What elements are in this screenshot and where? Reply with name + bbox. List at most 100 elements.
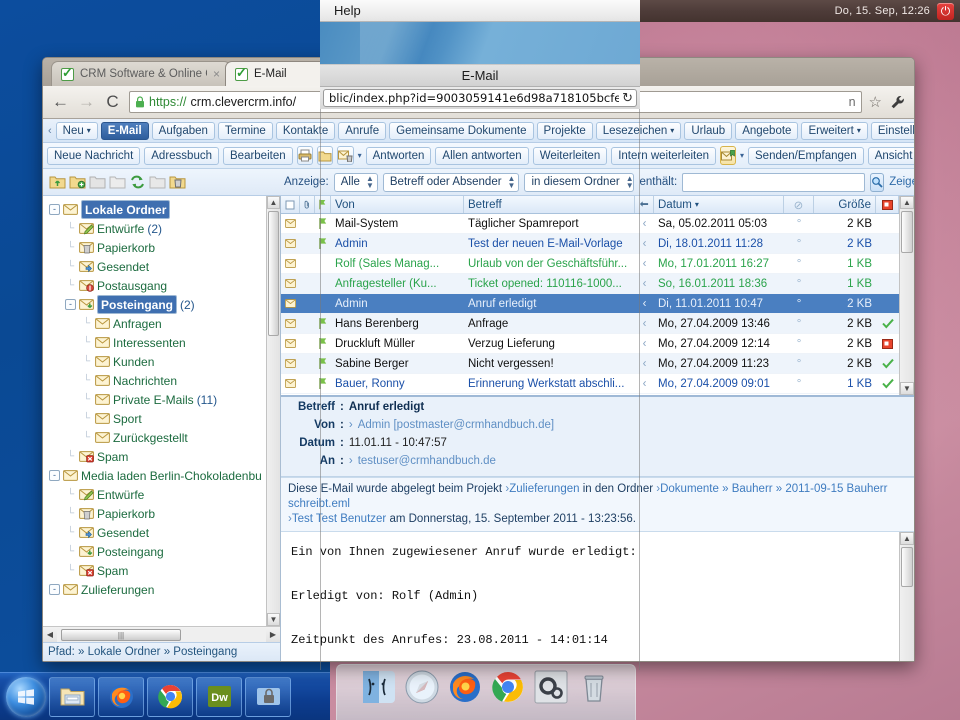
search-input[interactable]	[682, 173, 865, 192]
tree-expander-icon[interactable]: -	[65, 299, 76, 310]
body-vertical-scrollbar[interactable]: ▲	[899, 532, 914, 661]
module-button-angebote[interactable]: Angebote	[735, 122, 798, 140]
reload-icon[interactable]: ↻	[619, 91, 633, 106]
header-priority[interactable]: ⊘	[784, 196, 814, 213]
value-an[interactable]: testuser@crmhandbuch.de	[358, 455, 496, 467]
scrollbar-track[interactable]: |||	[57, 628, 266, 642]
scrollbar-thumb[interactable]	[268, 211, 279, 336]
tree-expander-icon[interactable]: -	[49, 584, 60, 595]
tree-expander-icon[interactable]: -	[49, 204, 60, 215]
folder-tree-item-lokale-ordner[interactable]: -Lokale Ordner	[47, 200, 280, 219]
windows-taskbar[interactable]: Dw	[0, 672, 330, 720]
scroll-right-icon[interactable]: ▶	[266, 630, 280, 639]
print-button[interactable]	[297, 146, 313, 165]
folder-tree-item-private-e-mails[interactable]: └Private E-Mails(11)	[47, 390, 280, 409]
module-button-neu[interactable]: Neu▾	[56, 122, 98, 140]
addressbook-button[interactable]: Adressbuch	[144, 147, 219, 165]
folder-tree-item-postausgang[interactable]: └Postausgang	[47, 276, 280, 295]
edit-button[interactable]: Bearbeiten	[223, 147, 293, 165]
mac-dock[interactable]	[336, 664, 636, 720]
folder-tree-item-sport[interactable]: └Sport	[47, 409, 280, 428]
scroll-down-icon[interactable]: ▼	[900, 382, 914, 395]
module-button-erweitert[interactable]: Erweitert▾	[801, 122, 867, 140]
folder-tree-item-posteingang[interactable]: └Posteingang	[47, 542, 280, 561]
module-button-einstellungen[interactable]: Einstellungen	[871, 122, 915, 140]
folder-tree-item-entw-rfe[interactable]: └Entwürfe(2)	[47, 219, 280, 238]
scrollbar-thumb[interactable]: |||	[61, 629, 181, 641]
delete-mail-button[interactable]	[337, 146, 354, 165]
wrench-icon[interactable]	[889, 94, 906, 111]
safari-icon[interactable]	[405, 670, 439, 704]
header-betreff[interactable]: Betreff	[464, 196, 635, 213]
taskbar-item-chrome[interactable]	[147, 677, 193, 717]
finder-icon[interactable]	[362, 670, 396, 704]
folder-scope-select[interactable]: in diesem Ordner ▲▼	[524, 173, 634, 192]
header-select-all[interactable]	[281, 196, 300, 213]
help-menu[interactable]: Help	[334, 3, 361, 18]
folder-tree-item-papierkorb[interactable]: └Papierkorb	[47, 238, 280, 257]
taskbar-item-explorer[interactable]	[49, 677, 95, 717]
folder-tree-item-anfragen[interactable]: └Anfragen	[47, 314, 280, 333]
header-datum[interactable]: Datum▾	[654, 196, 784, 213]
folder-tree-item-nachrichten[interactable]: └Nachrichten	[47, 371, 280, 390]
module-button-urlaub[interactable]: Urlaub	[684, 122, 732, 140]
forward-button[interactable]: Weiterleiten	[533, 147, 608, 165]
gears-icon[interactable]	[534, 670, 568, 704]
scroll-up-icon[interactable]: ▲	[900, 532, 914, 545]
start-button[interactable]	[6, 677, 46, 717]
module-scroll-left-icon[interactable]: ‹	[47, 125, 53, 137]
taskbar-item-firefox[interactable]	[98, 677, 144, 717]
table-row[interactable]: Sabine BergerNicht vergessen!‹Mo, 27.04.…	[281, 354, 899, 374]
tree-horizontal-scrollbar[interactable]: ◀ ||| ▶	[43, 626, 280, 642]
table-row[interactable]: Mail-SystemTäglicher Spamreport‹Sa, 05.0…	[281, 214, 899, 234]
star-icon[interactable]: ☆	[869, 93, 882, 111]
folder-tree[interactable]: ▲ ▼ -Lokale Ordner└Entwürfe(2)└Papierkor…	[43, 196, 280, 626]
header-status[interactable]	[876, 196, 899, 213]
table-row[interactable]: Bauer, RonnyErinnerung Werkstatt abschli…	[281, 374, 899, 394]
show-label[interactable]: Zeige	[889, 176, 915, 188]
folder-sync-icon[interactable]	[129, 175, 146, 189]
folder-rename-icon[interactable]	[89, 175, 106, 189]
table-row[interactable]: Anfragesteller (Ku...Ticket opened: 1101…	[281, 274, 899, 294]
folder-tree-item-posteingang[interactable]: -Posteingang(2)	[47, 295, 280, 314]
module-button-anrufe[interactable]: Anrufe	[338, 122, 386, 140]
folder-tree-item-spam[interactable]: └Spam	[47, 561, 280, 580]
folder-tree-item-gesendet[interactable]: └Gesendet	[47, 523, 280, 542]
scroll-up-icon[interactable]: ▲	[267, 196, 280, 209]
folder-tree-item-interessenten[interactable]: └Interessenten	[47, 333, 280, 352]
folder-trash-icon[interactable]	[169, 175, 186, 189]
back-button[interactable]: ←	[51, 92, 70, 112]
folder-empty-icon[interactable]	[109, 175, 126, 189]
table-row[interactable]: AdminAnruf erledigt‹Di, 11.01.2011 10:47…	[281, 294, 899, 314]
header-von[interactable]: Von	[331, 196, 464, 213]
tab-close-icon[interactable]: ×	[213, 67, 220, 81]
folder-add-icon[interactable]	[69, 175, 86, 189]
list-vertical-scrollbar[interactable]: ▲ ▼	[899, 196, 914, 395]
table-row[interactable]: Rolf (Sales Manag...Urlaub von der Gesch…	[281, 254, 899, 274]
firefox-icon[interactable]	[448, 670, 482, 704]
scroll-left-icon[interactable]: ◀	[43, 630, 57, 639]
mail-rows[interactable]: Mail-SystemTäglicher Spamreport‹Sa, 05.0…	[281, 214, 899, 395]
module-button-aufgaben[interactable]: Aufgaben	[152, 122, 215, 140]
folder-tree-item-entw-rfe[interactable]: └Entwürfe	[47, 485, 280, 504]
scope-select[interactable]: Alle ▲▼	[334, 173, 378, 192]
view-button[interactable]: Ansicht▾	[868, 147, 915, 165]
chrome-icon[interactable]	[491, 670, 525, 704]
header-flag[interactable]	[315, 196, 331, 213]
search-button[interactable]	[870, 173, 884, 192]
browser-tab-crm[interactable]: CRM Software & Online CR ×	[51, 61, 231, 86]
tree-vertical-scrollbar[interactable]: ▲ ▼	[266, 196, 280, 626]
value-von[interactable]: Admin [postmaster@crmhandbuch.de]	[358, 419, 554, 431]
move-to-folder-button[interactable]	[317, 146, 333, 165]
send-receive-button[interactable]: Senden/Empfangen	[748, 147, 864, 165]
note-link-user[interactable]: Test Test Benutzer	[292, 513, 386, 525]
chevron-down-icon[interactable]: ▾	[358, 152, 362, 160]
tree-expander-icon[interactable]: -	[49, 470, 60, 481]
module-button-email[interactable]: E-Mail	[101, 122, 149, 140]
reply-all-button[interactable]: Allen antworten	[435, 147, 528, 165]
mail-flag-button[interactable]	[720, 146, 736, 165]
taskbar-item-dreamweaver[interactable]: Dw	[196, 677, 242, 717]
folder-tree-item-gesendet[interactable]: └Gesendet	[47, 257, 280, 276]
header-attachment[interactable]	[300, 196, 315, 213]
chevron-down-icon[interactable]: ▾	[740, 152, 744, 160]
